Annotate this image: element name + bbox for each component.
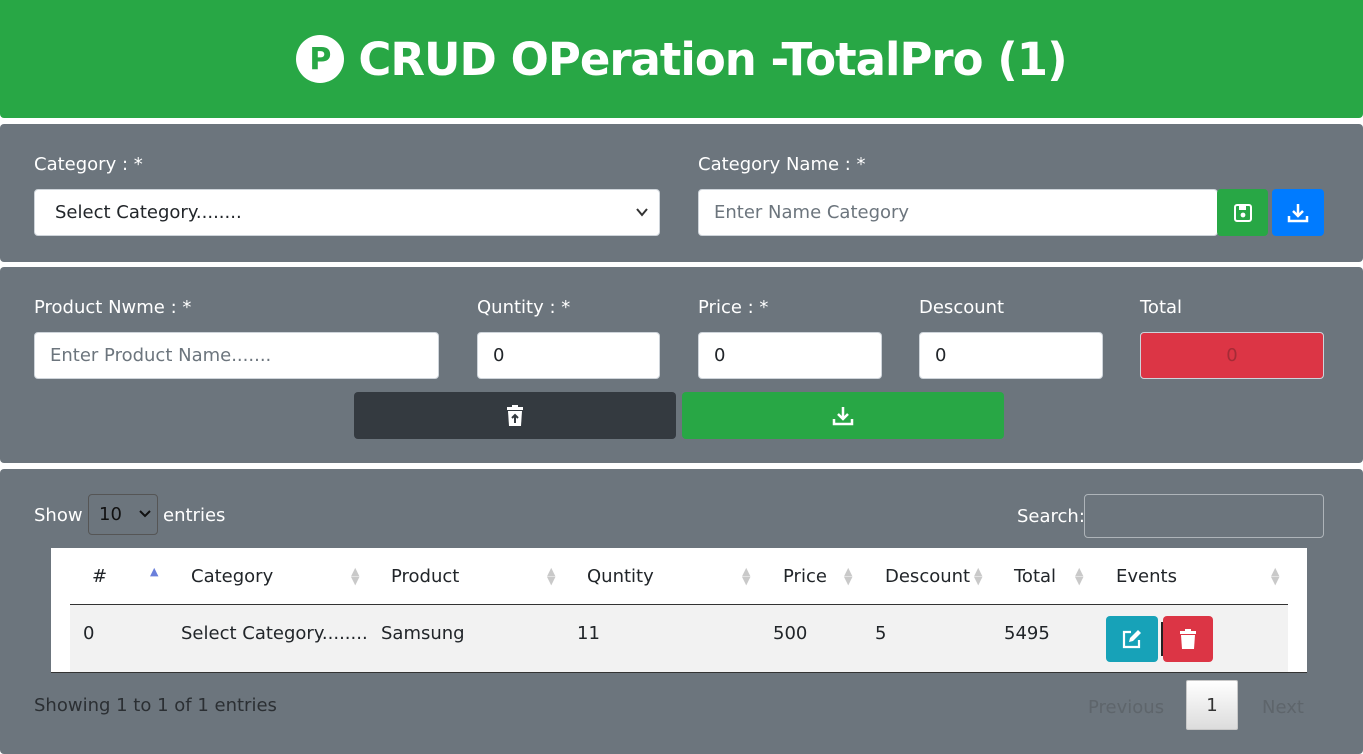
add-product-button[interactable]: [682, 392, 1004, 439]
entries-select[interactable]: 10: [88, 494, 158, 535]
cell-discount: 5: [875, 623, 887, 644]
quantity-input[interactable]: 0: [477, 332, 660, 379]
column-header-price[interactable]: Price: [783, 566, 827, 587]
cell-category: Select Category........: [181, 623, 368, 644]
discount-label: Descount: [919, 297, 1005, 318]
search-input[interactable]: [1084, 494, 1324, 538]
entries-label: entries: [163, 505, 226, 526]
entries-select-value: 10: [99, 504, 122, 525]
logo-icon: P: [296, 35, 345, 83]
column-header-quantity[interactable]: Quntity: [587, 566, 654, 587]
category-select[interactable]: Select Category........: [34, 189, 660, 236]
column-header-total[interactable]: Total: [1014, 566, 1056, 587]
page-button-1[interactable]: 1: [1186, 680, 1238, 730]
sort-icon: ▲ ▼: [1271, 565, 1280, 587]
column-header-category[interactable]: Category: [191, 566, 273, 587]
category-label: Category : *: [34, 154, 143, 175]
product-panel: Product Nwme : * Enter Product Name.....…: [0, 267, 1363, 463]
price-label: Price : *: [698, 297, 769, 318]
product-name-label: Product Nwme : *: [34, 297, 192, 318]
previous-page-link[interactable]: Previous: [1088, 697, 1164, 718]
edit-button[interactable]: [1106, 616, 1158, 662]
category-select-value: Select Category........: [55, 202, 242, 223]
column-header-discount[interactable]: Descount: [885, 566, 970, 587]
delete-button[interactable]: [1163, 616, 1213, 662]
column-header-events[interactable]: Events: [1116, 566, 1177, 587]
chevron-down-icon: [139, 510, 151, 518]
category-name-input[interactable]: Enter Name Category: [698, 189, 1218, 236]
quantity-label: Quntity : *: [477, 297, 571, 318]
table-panel: Show 10 entries Search: # ▲ Category ▲ ▼ …: [0, 469, 1363, 754]
chevron-down-icon: [635, 190, 649, 254]
next-page-link[interactable]: Next: [1262, 697, 1304, 718]
discount-input[interactable]: 0: [919, 332, 1103, 379]
search-label: Search:: [1017, 506, 1085, 527]
total-label: Total: [1140, 297, 1183, 318]
column-header-product[interactable]: Product: [391, 566, 459, 587]
sort-icon: ▲ ▼: [742, 565, 751, 587]
entries-info: Showing 1 to 1 of 1 entries: [34, 695, 277, 716]
table-bottom-border: [51, 672, 1307, 673]
download-icon: [832, 406, 854, 425]
data-table: # ▲ Category ▲ ▼ Product ▲ ▼ Quntity ▲ ▼ Pr…: [51, 548, 1307, 673]
sort-icon: ▲ ▼: [844, 565, 853, 587]
category-name-label: Category Name : *: [698, 154, 866, 175]
trash-restore-icon: [507, 404, 523, 426]
total-display: 0: [1140, 332, 1324, 379]
save-category-button[interactable]: [1217, 189, 1268, 236]
show-label: Show: [34, 505, 83, 526]
download-category-button[interactable]: [1272, 189, 1324, 236]
cell-product: Samsung: [381, 623, 465, 644]
sort-icon: ▲ ▼: [1075, 565, 1084, 587]
trash-icon: [1180, 629, 1196, 649]
category-panel: Category : * Select Category........ Cat…: [0, 124, 1363, 262]
page-title: CRUD OPeration -TotalPro (1): [358, 32, 1067, 86]
clear-button[interactable]: [354, 392, 676, 439]
column-header-id[interactable]: #: [92, 566, 107, 587]
download-icon: [1287, 203, 1309, 222]
sort-icon: ▲ ▼: [974, 565, 983, 587]
edit-icon: [1122, 630, 1141, 649]
sort-icon: ▲ ▼: [547, 565, 556, 587]
cell-price: 500: [773, 623, 808, 644]
cell-total: 5495: [1004, 623, 1050, 644]
price-input[interactable]: 0: [698, 332, 882, 379]
cell-quantity: 11: [577, 623, 600, 644]
floppy-disk-icon: [1233, 203, 1252, 222]
sort-icon: ▲ ▼: [351, 565, 360, 587]
app-header: P CRUD OPeration -TotalPro (1): [0, 0, 1363, 118]
product-name-input[interactable]: Enter Product Name.......: [34, 332, 439, 379]
sort-asc-icon: ▲: [150, 565, 159, 578]
cell-id: 0: [83, 623, 95, 644]
